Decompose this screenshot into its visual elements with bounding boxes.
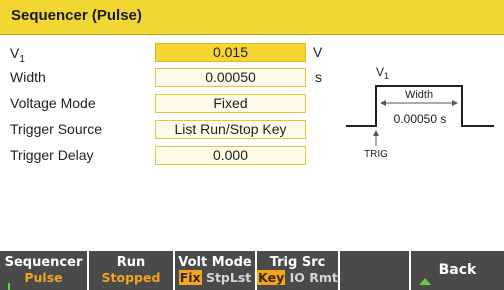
title-bar: Sequencer (Pulse): [0, 0, 504, 35]
volt-mode-softkey-label: Volt Mode: [178, 255, 252, 270]
trig-src-softkey-label: Trig Src: [269, 255, 326, 270]
back-up-arrow-icon: [419, 278, 431, 285]
trigger-delay-field[interactable]: 0.000: [155, 146, 306, 165]
pulse-waveform: [346, 85, 494, 127]
sequencer-softkey[interactable]: Sequencer Pulse: [0, 251, 89, 290]
volt-mode-softkey[interactable]: Volt Mode Fix StpLst: [175, 251, 257, 290]
volt-mode-option-lst: Lst: [229, 270, 252, 285]
sequencer-softkey-value: Pulse: [24, 270, 63, 285]
trig-src-option-key: Key: [257, 270, 286, 285]
softkey-indicator-icon: [8, 283, 10, 290]
trig-src-option-rmt: Rmt: [309, 270, 338, 285]
softkey-bar: Sequencer Pulse Run Stopped Volt Mode Fi…: [0, 251, 504, 290]
diagram-width-value: 0.00050 s: [394, 112, 447, 126]
trig-src-options: Key IO Rmt: [257, 270, 338, 286]
trig-src-softkey[interactable]: Trig Src Key IO Rmt: [257, 251, 340, 290]
width-arrow-right-head: [452, 100, 458, 106]
run-softkey-label: Run: [116, 255, 146, 270]
volt-mode-options: Fix StpLst: [175, 270, 255, 286]
width-label: Width: [10, 69, 46, 85]
v1-field[interactable]: 0.015: [155, 43, 306, 62]
width-field[interactable]: 0.00050: [155, 68, 306, 87]
trigger-delay-label: Trigger Delay: [10, 147, 94, 163]
diagram-width-label: Width: [405, 89, 433, 101]
trigger-source-label: Trigger Source: [10, 121, 103, 137]
sequencer-softkey-label: Sequencer: [4, 255, 83, 270]
trig-arrow-head: [373, 130, 379, 136]
volt-mode-option-stp: Stp: [205, 270, 230, 285]
v1-unit: V: [313, 44, 323, 60]
back-softkey-label: Back: [438, 262, 477, 278]
voltage-mode-field[interactable]: Fixed: [155, 94, 306, 113]
volt-mode-option-fix: Fix: [178, 270, 202, 285]
width-arrow-left-head: [380, 100, 386, 106]
diagram-trig-label: TRIG: [364, 149, 388, 160]
v1-label: V1: [10, 45, 25, 65]
diagram-v1-label: V1: [376, 65, 389, 81]
trig-src-option-io: IO: [289, 270, 305, 285]
run-softkey-value: Stopped: [101, 270, 161, 285]
trigger-source-field[interactable]: List Run/Stop Key: [155, 120, 306, 139]
voltage-mode-label: Voltage Mode: [10, 95, 96, 111]
blank-softkey[interactable]: [340, 251, 411, 290]
width-unit: s: [315, 69, 322, 85]
run-softkey[interactable]: Run Stopped: [89, 251, 175, 290]
page-title: Sequencer (Pulse): [11, 7, 142, 24]
